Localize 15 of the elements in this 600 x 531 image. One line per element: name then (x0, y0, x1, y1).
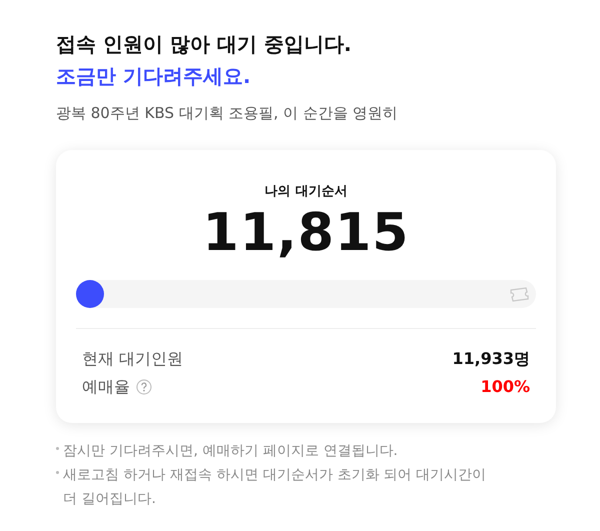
stat-value: 11,933명 (452, 348, 530, 370)
note-text: 잠시만 기다려주시면, 예매하기 페이지로 연결됩니다. (63, 442, 398, 461)
stat-label: 예매율 (82, 376, 130, 398)
bullet-icon (56, 471, 59, 474)
help-icon[interactable] (136, 379, 152, 395)
heading-highlight: 조금만 기다려주세요. (56, 63, 252, 90)
bullet-icon (56, 447, 59, 450)
ticket-icon (508, 286, 530, 302)
queue-label: 나의 대기순서 (264, 183, 348, 200)
subtitle: 광복 80주년 KBS 대기획 조용필, 이 순간을 영원히 (56, 103, 399, 124)
queue-number: 11,815 (202, 202, 410, 264)
heading: 접속 인원이 많아 대기 중입니다. (56, 31, 352, 58)
stat-value: 100% (480, 376, 530, 398)
stat-label: 현재 대기인원 (82, 348, 184, 370)
note-text: 새로고침 하거나 재접속 하시면 대기순서가 초기화 되어 대기시간이 더 길어집니다. (63, 466, 488, 509)
